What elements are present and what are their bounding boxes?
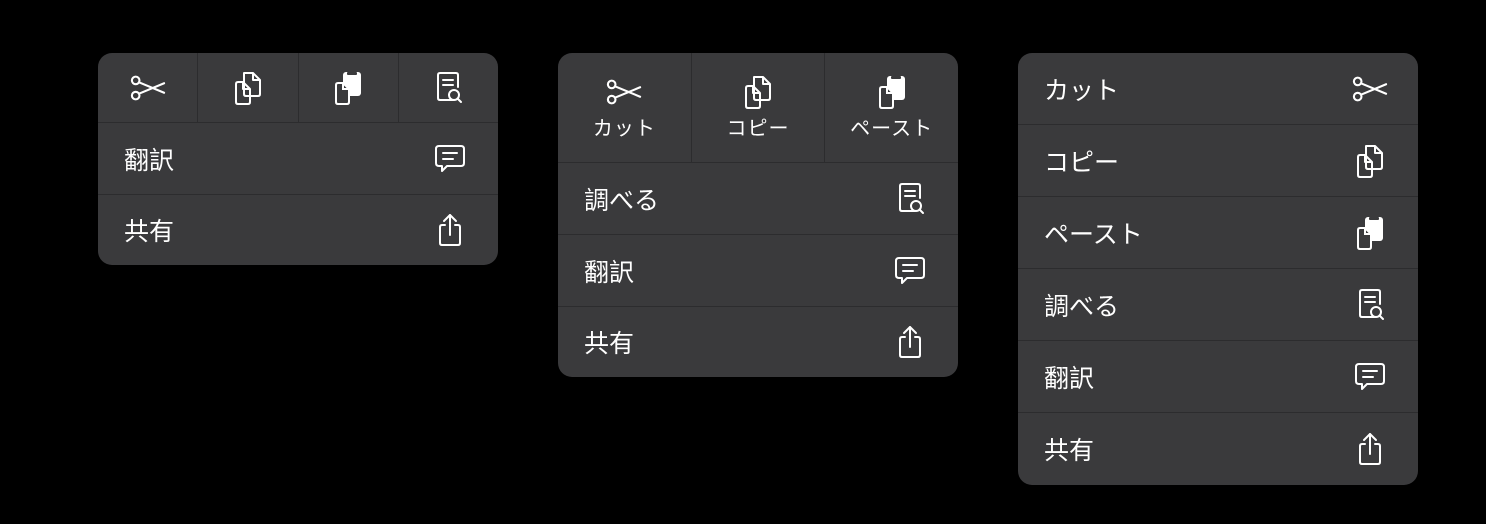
menu-item-label: 共有 bbox=[124, 217, 175, 246]
translate-icon bbox=[432, 141, 468, 177]
menu-item-label: カット bbox=[1044, 75, 1120, 105]
paste-icon bbox=[874, 74, 910, 110]
menu-item-label: 調べる bbox=[1044, 291, 1120, 321]
menu-item-label: ペースト bbox=[1044, 219, 1143, 249]
copy-icon bbox=[230, 70, 266, 106]
cut-label: カット bbox=[592, 116, 656, 140]
menu-item-look-up[interactable]: 調べる bbox=[1018, 269, 1418, 341]
context-menu-compact: 翻訳 共有 bbox=[98, 53, 498, 265]
paste-icon bbox=[330, 70, 366, 106]
look-up-button[interactable] bbox=[399, 53, 498, 122]
menu-item-copy[interactable]: コピー bbox=[1018, 125, 1418, 197]
menu-item-cut[interactable]: カット bbox=[1018, 53, 1418, 125]
edit-icon-row bbox=[98, 53, 498, 123]
menu-item-translate[interactable]: 翻訳 bbox=[558, 235, 958, 307]
menu-item-share[interactable]: 共有 bbox=[558, 307, 958, 377]
share-icon bbox=[892, 324, 928, 360]
context-menu-full: カット コピー ペースト 調べる 翻訳 共有 bbox=[1018, 53, 1418, 485]
copy-button[interactable] bbox=[198, 53, 299, 122]
scissors-icon bbox=[130, 70, 166, 106]
translate-icon bbox=[892, 253, 928, 289]
menu-item-share[interactable]: 共有 bbox=[1018, 413, 1418, 484]
menu-item-look-up[interactable]: 調べる bbox=[558, 163, 958, 235]
paste-button[interactable]: ペースト bbox=[825, 53, 958, 162]
copy-icon bbox=[1352, 143, 1388, 179]
menu-item-label: 調べる bbox=[584, 185, 660, 215]
translate-icon bbox=[1352, 359, 1388, 395]
copy-button[interactable]: コピー bbox=[692, 53, 826, 162]
paste-button[interactable] bbox=[299, 53, 399, 122]
paste-icon bbox=[1352, 215, 1388, 251]
look-up-icon bbox=[892, 181, 928, 217]
edit-icon-row: カット コピー ペースト bbox=[558, 53, 958, 163]
menu-item-label: 翻訳 bbox=[584, 257, 635, 287]
menu-item-translate[interactable]: 翻訳 bbox=[98, 123, 498, 195]
scissors-icon bbox=[606, 74, 642, 110]
menu-item-label: 翻訳 bbox=[124, 145, 175, 175]
share-icon bbox=[432, 212, 468, 248]
menu-item-paste[interactable]: ペースト bbox=[1018, 197, 1418, 269]
menu-item-translate[interactable]: 翻訳 bbox=[1018, 341, 1418, 413]
context-menu-medium: カット コピー ペースト 調べる 翻訳 共有 bbox=[558, 53, 958, 377]
cut-button[interactable] bbox=[98, 53, 199, 122]
share-icon bbox=[1352, 431, 1388, 467]
paste-label: ペースト bbox=[850, 116, 934, 140]
menu-item-label: 共有 bbox=[1044, 435, 1095, 465]
look-up-icon bbox=[430, 70, 466, 106]
scissors-icon bbox=[1352, 71, 1388, 107]
copy-icon bbox=[740, 74, 776, 110]
menu-item-label: 翻訳 bbox=[1044, 363, 1095, 393]
menu-item-label: 共有 bbox=[584, 329, 635, 358]
copy-label: コピー bbox=[726, 116, 790, 140]
menu-item-label: コピー bbox=[1044, 147, 1120, 177]
look-up-icon bbox=[1352, 287, 1388, 323]
cut-button[interactable]: カット bbox=[558, 53, 692, 162]
menu-item-share[interactable]: 共有 bbox=[98, 195, 498, 265]
